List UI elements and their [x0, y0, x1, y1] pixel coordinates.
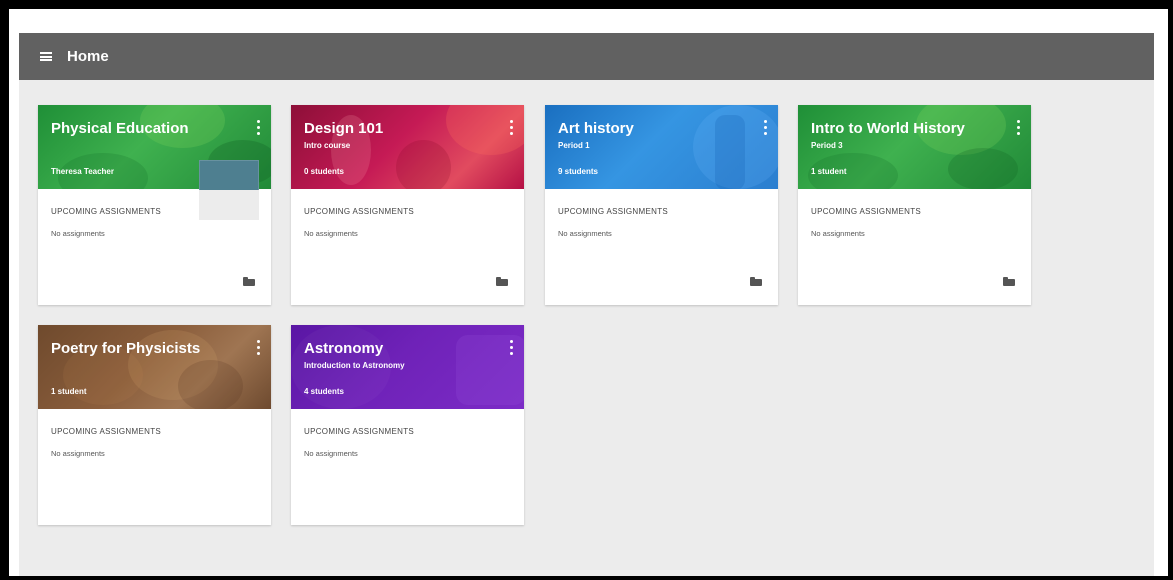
screenshot-border-top — [0, 0, 1173, 9]
more-vert-icon[interactable] — [255, 120, 261, 135]
upcoming-assignments-label: UPCOMING ASSIGNMENTS — [558, 207, 669, 216]
class-card-physical-education[interactable]: Physical Education Theresa Teacher UPCOM… — [38, 105, 271, 305]
class-card-astronomy[interactable]: Astronomy Introduction to Astronomy 4 st… — [291, 325, 524, 525]
class-subtitle: Intro course — [304, 141, 351, 150]
screenshot-border-bottom — [0, 576, 1173, 580]
assignments-status: No assignments — [558, 229, 612, 238]
folder-icon[interactable] — [1003, 277, 1015, 286]
class-card-header: Astronomy Introduction to Astronomy 4 st… — [291, 325, 524, 409]
class-card-header: Intro to World History Period 3 1 studen… — [798, 105, 1031, 189]
assignments-status: No assignments — [304, 449, 358, 458]
upcoming-assignments-label: UPCOMING ASSIGNMENTS — [51, 427, 162, 436]
class-card-header: Design 101 Intro course 0 students — [291, 105, 524, 189]
class-subtitle: Period 3 — [811, 141, 843, 150]
class-title[interactable]: Astronomy — [304, 340, 383, 357]
class-subtitle: Period 1 — [558, 141, 590, 150]
class-title[interactable]: Intro to World History — [811, 120, 965, 137]
assignments-status: No assignments — [811, 229, 865, 238]
screenshot-border-left — [0, 0, 9, 580]
student-count: 9 students — [558, 167, 599, 176]
classroom-home-app: Home Physical Education Theresa Teacher … — [19, 33, 1154, 576]
class-subtitle: Introduction to Astronomy — [304, 361, 405, 370]
more-vert-icon[interactable] — [255, 340, 261, 355]
page-title: Home — [67, 48, 109, 65]
screenshot-border-right — [1168, 0, 1173, 580]
class-title[interactable]: Design 101 — [304, 120, 383, 137]
assignments-status: No assignments — [51, 229, 105, 238]
class-card-header: Poetry for Physicists 1 student — [38, 325, 271, 409]
folder-icon[interactable] — [243, 277, 255, 286]
drag-preview-placeholder — [199, 160, 259, 220]
class-title[interactable]: Physical Education — [51, 120, 189, 137]
more-vert-icon[interactable] — [508, 120, 514, 135]
class-card-intro-to-world-history[interactable]: Intro to World History Period 3 1 studen… — [798, 105, 1031, 305]
class-card-header: Art history Period 1 9 students — [545, 105, 778, 189]
assignments-status: No assignments — [304, 229, 358, 238]
menu-icon[interactable] — [35, 46, 57, 68]
more-vert-icon[interactable] — [1015, 120, 1021, 135]
class-title[interactable]: Poetry for Physicists — [51, 340, 200, 357]
upcoming-assignments-label: UPCOMING ASSIGNMENTS — [304, 427, 415, 436]
upcoming-assignments-label: UPCOMING ASSIGNMENTS — [811, 207, 922, 216]
teacher-name: Theresa Teacher — [51, 167, 114, 176]
more-vert-icon[interactable] — [508, 340, 514, 355]
upcoming-assignments-label: UPCOMING ASSIGNMENTS — [304, 207, 415, 216]
folder-icon[interactable] — [496, 277, 508, 286]
class-title[interactable]: Art history — [558, 120, 634, 137]
upcoming-assignments-label: UPCOMING ASSIGNMENTS — [51, 207, 162, 216]
more-vert-icon[interactable] — [762, 120, 768, 135]
student-count: 4 students — [304, 387, 345, 396]
class-card-poetry-for-physicists[interactable]: Poetry for Physicists 1 student UPCOMING… — [38, 325, 271, 525]
class-card-design-101[interactable]: Design 101 Intro course 0 students UPCOM… — [291, 105, 524, 305]
student-count: 0 students — [304, 167, 345, 176]
folder-icon[interactable] — [750, 277, 762, 286]
student-count: 1 student — [51, 387, 87, 396]
student-count: 1 student — [811, 167, 847, 176]
top-app-bar: Home — [19, 33, 1154, 80]
class-card-art-history[interactable]: Art history Period 1 9 students UPCOMING… — [545, 105, 778, 305]
assignments-status: No assignments — [51, 449, 105, 458]
